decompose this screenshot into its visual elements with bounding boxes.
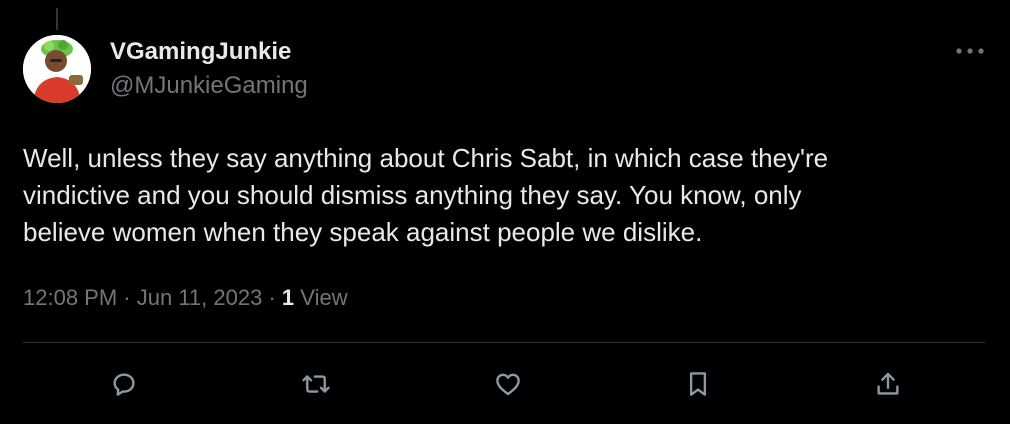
share-icon — [877, 372, 899, 395]
tweet-meta: 12:08 PM · Jun 11, 2023 · 1 View — [23, 284, 348, 312]
tweet-time[interactable]: 12:08 PM — [23, 285, 117, 310]
more-options-button[interactable] — [952, 38, 988, 64]
views-count: 1 — [281, 285, 295, 310]
divider — [23, 342, 985, 343]
tweet-text: Well, unless they say anything about Chr… — [23, 140, 983, 251]
avatar-cartoon-icon — [23, 35, 91, 103]
like-icon — [496, 373, 520, 396]
bookmark-icon — [689, 372, 707, 396]
tweet-text-line: vindictive and you should dismiss anythi… — [23, 180, 802, 210]
tweet-date[interactable]: Jun 11, 2023 — [137, 285, 263, 310]
meta-separator: · — [268, 285, 276, 310]
views-label: View — [300, 285, 348, 310]
retweet-button[interactable] — [294, 362, 338, 406]
like-button[interactable] — [486, 362, 530, 406]
retweet-icon — [302, 375, 330, 393]
author-handle[interactable]: @MJunkieGaming — [110, 72, 308, 100]
tweet-text-line: believe women when they speak against pe… — [23, 217, 703, 247]
meta-separator: · — [123, 285, 131, 310]
reply-icon — [113, 373, 135, 396]
more-dots-icon — [956, 48, 984, 54]
avatar[interactable] — [23, 35, 91, 103]
tweet-text-line: Well, unless they say anything about Chr… — [23, 143, 829, 173]
bookmark-button[interactable] — [676, 362, 720, 406]
author-display-name[interactable]: VGamingJunkie — [110, 38, 308, 66]
tweet-action-bar — [0, 362, 1010, 406]
share-button[interactable] — [866, 362, 910, 406]
thread-connector-line — [56, 8, 58, 30]
reply-button[interactable] — [102, 362, 146, 406]
